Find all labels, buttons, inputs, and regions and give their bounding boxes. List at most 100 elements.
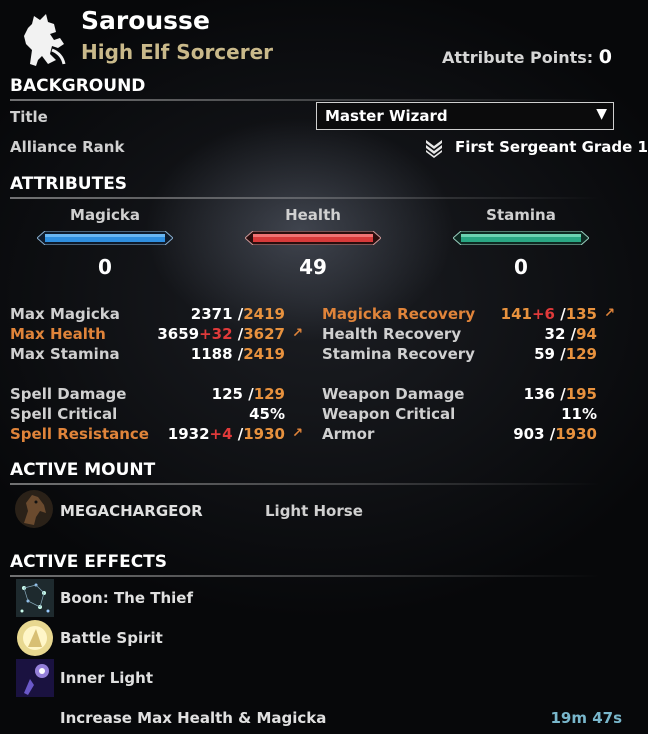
- stat-value: 141+6 /135: [501, 305, 597, 323]
- stat-row: Weapon Critical 11%: [322, 405, 617, 425]
- stat-current: 903: [513, 425, 545, 443]
- health-value: 49: [299, 255, 327, 279]
- stat-separator: /: [232, 345, 244, 363]
- attribute-points-value: 0: [598, 46, 612, 68]
- stat-name: Spell Damage: [10, 385, 127, 403]
- stat-row: Armor 903 /1930: [322, 425, 617, 445]
- stat-separator: /: [232, 425, 244, 443]
- stamina-bar: [453, 231, 589, 245]
- stat-value: 59 /129: [534, 345, 597, 363]
- stat-current: 32: [544, 325, 566, 343]
- divider: [10, 99, 600, 101]
- attributes-heading: ATTRIBUTES: [10, 174, 128, 194]
- increase-arrow-icon: ↗: [292, 326, 303, 341]
- alliance-rank-label: Alliance Rank: [10, 138, 125, 156]
- character-name: Sarousse: [81, 6, 210, 35]
- alliance-rank-value: First Sergeant Grade 1: [455, 138, 648, 156]
- increase-arrow-icon: ↗: [292, 426, 303, 441]
- stat-separator: /: [554, 385, 566, 403]
- title-dropdown[interactable]: Master Wizard ▼: [316, 102, 614, 130]
- stat-value: 136 /195: [524, 385, 597, 403]
- stat-separator: /: [232, 305, 244, 323]
- stat-row: Max Stamina 1188 /2419: [10, 345, 295, 365]
- health-bar: [245, 231, 381, 245]
- effect-name: Battle Spirit: [60, 629, 163, 647]
- magicka-value: 0: [98, 255, 112, 279]
- mount-heading: ACTIVE MOUNT: [10, 460, 156, 480]
- stat-value: 2371 /2419: [191, 305, 285, 323]
- stat-name: Spell Critical: [10, 405, 118, 423]
- divider: [10, 197, 600, 199]
- effect-timer: 19m 47s: [550, 709, 622, 727]
- stat-current: 11%: [561, 405, 597, 423]
- effect-name: Boon: The Thief: [60, 589, 194, 607]
- stat-bonus: +32: [199, 325, 233, 343]
- stat-name: Max Stamina: [10, 345, 120, 363]
- stat-name: Armor: [322, 425, 375, 443]
- stat-bonus: +4: [209, 425, 233, 443]
- stat-current: 125: [211, 385, 243, 403]
- mount-type: Light Horse: [265, 502, 363, 520]
- stat-max: 3627: [243, 325, 285, 343]
- stat-row: Spell Critical 45%: [10, 405, 295, 425]
- stamina-value: 0: [514, 255, 528, 279]
- chevron-rank-icon: [426, 140, 442, 158]
- stat-max: 2419: [243, 345, 285, 363]
- stat-value: 32 /94: [545, 325, 597, 343]
- thief-boon-icon: [16, 579, 54, 617]
- stat-current: 2371: [190, 305, 233, 323]
- stat-current: 141: [500, 305, 532, 323]
- stat-value: 1188 /2419: [191, 345, 285, 363]
- stat-separator: /: [232, 325, 244, 343]
- stat-value: 903 /1930: [513, 425, 597, 443]
- stat-row: Magicka Recovery 141+6 /135 ↗: [322, 305, 617, 325]
- stat-current: 136: [523, 385, 555, 403]
- stat-name: Max Magicka: [10, 305, 120, 323]
- stat-name: Stamina Recovery: [322, 345, 475, 363]
- rampant-lion-icon: [24, 14, 66, 66]
- stat-current: 1932: [167, 425, 210, 443]
- stat-row: Spell Resistance 1932+4 /1930 ↗: [10, 425, 303, 445]
- stat-current: 45%: [249, 405, 285, 423]
- stat-value: 1932+4 /1930: [168, 425, 285, 443]
- stat-max: 135: [565, 305, 597, 323]
- inner-light-icon: [16, 659, 54, 697]
- stat-separator: /: [242, 385, 254, 403]
- health-label: Health: [285, 206, 341, 224]
- stat-name: Weapon Damage: [322, 385, 465, 403]
- stat-max: 129: [565, 345, 597, 363]
- stat-row: Spell Damage 125 /129: [10, 385, 295, 405]
- stat-name: Magicka Recovery: [322, 305, 476, 323]
- stat-max: 2419: [243, 305, 285, 323]
- effect-name: Increase Max Health & Magicka: [60, 709, 327, 727]
- attribute-points: Attribute Points: 0: [442, 46, 612, 68]
- effects-heading: ACTIVE EFFECTS: [10, 552, 168, 572]
- stat-max: 195: [565, 385, 597, 403]
- horse-icon: [15, 490, 53, 528]
- stat-current: 3659: [157, 325, 200, 343]
- stat-separator: /: [565, 325, 577, 343]
- stat-row: Max Health 3659+32 /3627 ↗: [10, 325, 303, 345]
- stamina-label: Stamina: [486, 206, 556, 224]
- dropdown-arrow-icon: ▼: [596, 106, 607, 122]
- stat-row: Max Magicka 2371 /2419: [10, 305, 295, 325]
- mount-name: MEGACHARGEOR: [60, 502, 203, 520]
- stat-row: Health Recovery 32 /94: [322, 325, 617, 345]
- stat-name: Weapon Critical: [322, 405, 456, 423]
- divider: [10, 483, 600, 485]
- title-label: Title: [10, 108, 48, 126]
- stat-current: 1188: [190, 345, 233, 363]
- stat-row: Stamina Recovery 59 /129: [322, 345, 617, 365]
- magicka-bar: [37, 231, 173, 245]
- stat-name: Max Health: [10, 325, 106, 343]
- stat-bonus: +6: [531, 305, 555, 323]
- title-dropdown-value: Master Wizard: [325, 107, 448, 125]
- stat-name: Spell Resistance: [10, 425, 149, 443]
- stat-separator: /: [554, 345, 566, 363]
- stat-name: Health Recovery: [322, 325, 462, 343]
- stat-max: 94: [576, 325, 597, 343]
- character-race-class: High Elf Sorcerer: [81, 40, 274, 64]
- stat-max: 1930: [243, 425, 285, 443]
- attribute-points-label: Attribute Points:: [442, 48, 594, 67]
- divider: [10, 575, 600, 577]
